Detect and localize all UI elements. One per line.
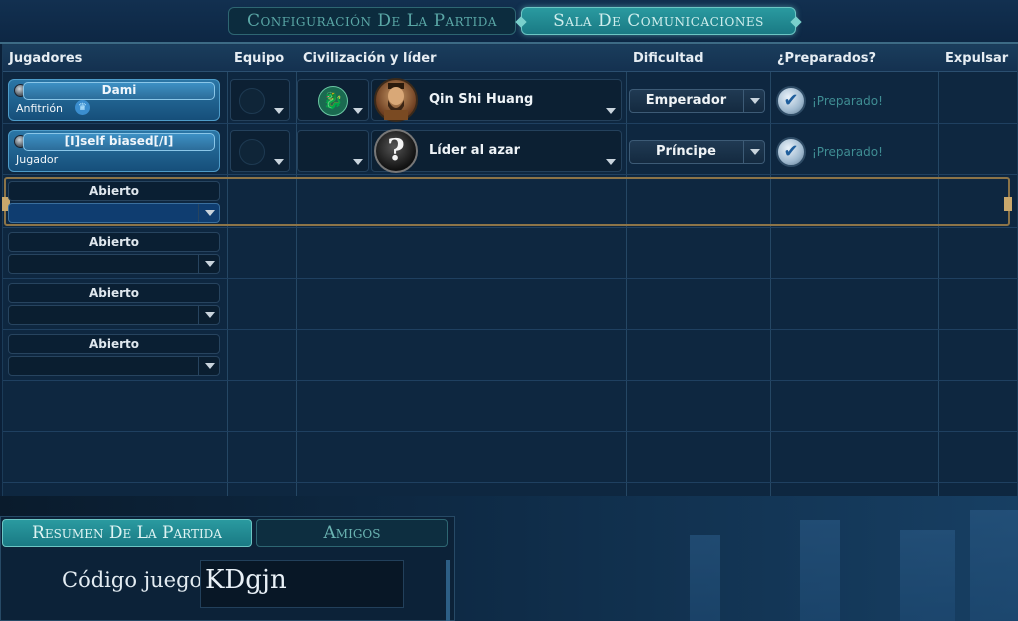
game-code-value: KDgjn [205,565,287,595]
tab-game-summary[interactable]: Resumen De La Partida [2,519,252,547]
dropdown-button [198,204,219,222]
scrollbar[interactable] [446,560,450,621]
column-header-ready: ¿Preparados? [777,51,877,66]
column-header-kick: Expulsar [945,51,1009,66]
difficulty-value: Emperador [645,93,727,108]
city-background-image [470,505,1018,621]
team-icon [239,139,265,165]
row-divider [3,278,1017,279]
chevron-down-icon [750,149,760,155]
open-slot-label: Abierto [8,283,220,303]
open-slot-dropdown[interactable] [8,203,220,223]
difficulty-value: Príncipe [656,144,716,159]
chevron-down-icon [274,108,284,114]
qin-shi-huang-portrait-icon [384,83,408,120]
civ-dropdown[interactable] [297,130,369,172]
ready-checkbox[interactable]: ✔ [776,137,806,167]
table-header: Jugadores Equipo Civilización y líder Di… [3,45,1017,72]
player-role: Jugador [16,153,59,166]
open-slot-dropdown[interactable] [8,356,220,376]
question-mark-icon: ? [374,129,418,173]
row-divider [3,174,1017,175]
dropdown-button [743,90,764,112]
chevron-down-icon [205,363,215,369]
player-name: [I]self biased[/I] [23,133,215,151]
team-icon [239,88,265,114]
row-divider [3,380,1017,381]
tab-staging-room[interactable]: Sala De Comunicaciones [521,7,796,35]
open-slot-dropdown[interactable] [8,254,220,274]
column-divider [770,45,771,497]
game-code-label: Código juego: [62,568,210,592]
leader-name: Líder al azar [429,143,521,158]
column-divider [626,45,627,497]
chevron-down-icon [205,261,215,267]
dropdown-button [198,357,219,375]
crown-icon: ♛ [75,100,90,115]
column-header-players: Jugadores [9,51,83,66]
ready-status: ¡Preparado! [812,94,883,108]
difficulty-dropdown[interactable]: Príncipe [629,140,765,164]
chevron-down-icon [750,98,760,104]
team-dropdown[interactable] [230,130,290,172]
leader-portrait [374,78,418,122]
dropdown-button [198,306,219,324]
civ-dropdown[interactable]: 🐉 [297,79,369,121]
ready-checkbox[interactable]: ✔ [776,86,806,116]
row-divider [3,123,1017,124]
ready-status: ¡Preparado! [812,145,883,159]
dropdown-button [743,141,764,163]
open-slot-label: Abierto [8,232,220,252]
player-name: Dami [23,82,215,100]
chevron-down-icon [353,159,363,165]
row-divider [3,329,1017,330]
column-header-civ-leader: Civilización y líder [303,51,437,66]
row-divider [3,431,1017,432]
player-slot-card[interactable]: [I]self biased[/I] Jugador [8,130,220,172]
row-divider [3,482,1017,483]
open-slot-label: Abierto [8,181,220,201]
column-header-difficulty: Dificultad [633,51,704,66]
tab-game-setup[interactable]: Configuración De La Partida [228,7,516,35]
column-divider [227,45,228,497]
checkmark-icon: ✔ [783,90,799,111]
column-header-team: Equipo [234,51,285,66]
open-slot-dropdown[interactable] [8,305,220,325]
row-divider [3,227,1017,228]
chevron-down-icon [353,108,363,114]
leader-dropdown[interactable]: ? Líder al azar [371,129,622,173]
chevron-down-icon [205,312,215,318]
chevron-down-icon [274,159,284,165]
top-tab-bar: Configuración De La Partida Sala De Comu… [0,0,1018,44]
chevron-down-icon [606,159,616,165]
leader-name: Qin Shi Huang [429,92,534,107]
player-slot-card[interactable]: Dami Anfitrión ♛ [8,79,220,121]
dropdown-button [198,255,219,273]
difficulty-dropdown[interactable]: Emperador [629,89,765,113]
leader-dropdown[interactable]: Qin Shi Huang [371,78,622,122]
chevron-down-icon [205,210,215,216]
checkmark-icon: ✔ [783,141,799,162]
column-divider [938,45,939,497]
dragon-icon: 🐉 [318,86,348,116]
team-dropdown[interactable] [230,79,290,121]
player-role: Anfitrión [16,102,64,115]
chevron-down-icon [606,108,616,114]
tab-friends[interactable]: Amigos [256,519,448,547]
open-slot-label: Abierto [8,334,220,354]
